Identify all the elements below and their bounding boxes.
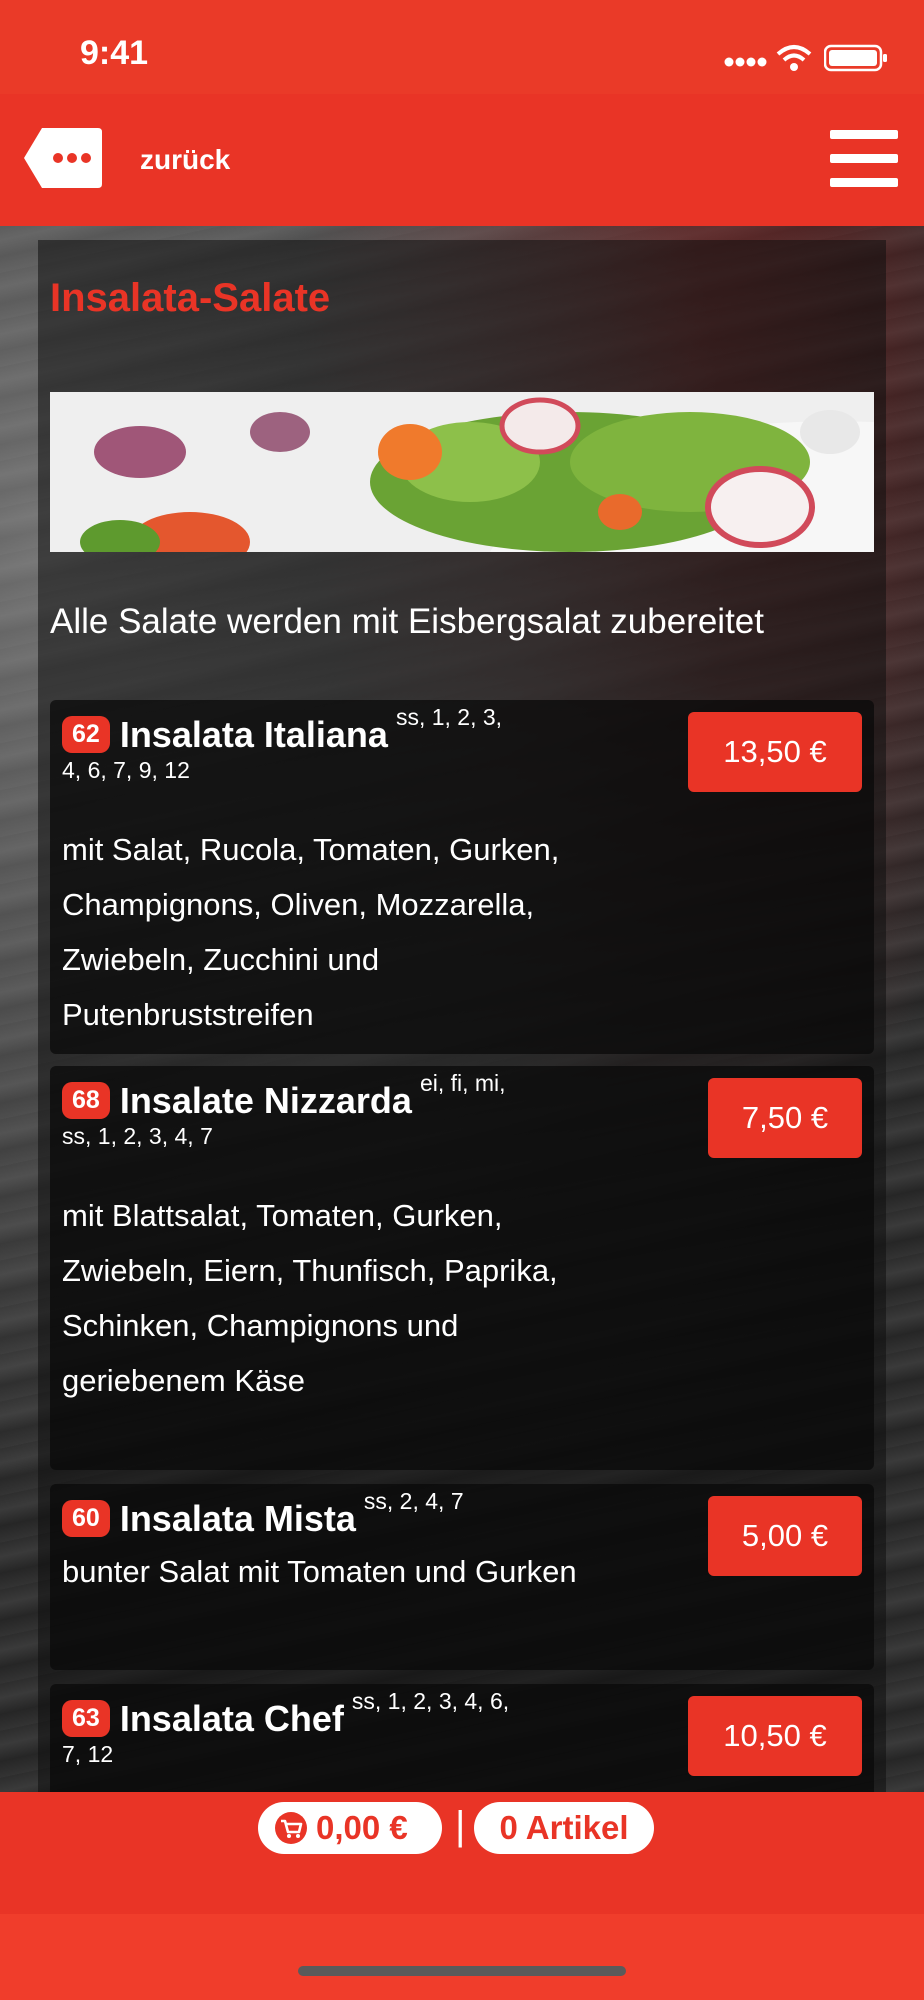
dish-name: Insalata Chef: [119, 1697, 344, 1739]
battery-icon: [824, 44, 887, 72]
dish-allergens: ss, 1, 2, 3, 4, 6,: [351, 1688, 510, 1714]
cart-items-count-button[interactable]: 0 Artikel: [474, 1802, 654, 1854]
dish-allergens: ei, fi, mi,: [419, 1070, 506, 1096]
cart-icon: [275, 1812, 307, 1844]
separator: |: [455, 1804, 466, 1848]
dish-description: mit Salat, Rucola, Tomaten, Gurken, Cham…: [62, 832, 560, 1032]
dish-number-badge: 63: [62, 1700, 110, 1738]
wifi-icon: [776, 45, 812, 71]
home-indicator[interactable]: [298, 1966, 626, 1976]
dish-name: Insalata Italiana: [119, 713, 388, 755]
dish-card[interactable]: 62 Insalata Italiana ss, 1, 2, 3, 4, 6, 7,…: [50, 700, 874, 1054]
dish-name: Insalate Nizzarda: [119, 1079, 412, 1121]
dish-allergens: ss, 2, 4, 7: [363, 1488, 464, 1514]
cart-total-button[interactable]: 0,00 €: [258, 1802, 442, 1854]
status-bar: 9:41: [0, 0, 924, 94]
dish-allergens: ss, 1, 2, 3,: [395, 704, 503, 730]
bottom-strip: [0, 1914, 924, 2000]
dish-number-badge: 68: [62, 1082, 110, 1120]
dish-description: mit Blattsalat, Tomaten, Gurken, Zwiebel…: [62, 1198, 558, 1398]
dish-heading: 63 Insalata Chef ss, 1, 2, 3, 4, 6, 7, 12: [62, 1688, 602, 1771]
section-description: Alle Salate werden mit Eisbergsalat zube…: [50, 602, 764, 641]
status-time: 9:41: [80, 34, 149, 72]
dish-allergens-continued: 7, 12: [62, 1741, 114, 1768]
dish-allergens-continued: ss, 1, 2, 3, 4, 7: [62, 1123, 213, 1150]
add-to-cart-price-button[interactable]: 7,50 €: [708, 1078, 862, 1158]
dish-number-badge: 60: [62, 1500, 110, 1538]
add-to-cart-price-button[interactable]: 10,50 €: [688, 1696, 862, 1776]
background-image: Insalata-Salate Alle Salate werden mit E…: [0, 226, 924, 1792]
dish-card[interactable]: 60 Insalata Mista ss, 2, 4, 7 bunter Salat…: [50, 1484, 874, 1670]
signal-icon: [724, 57, 767, 67]
dish-heading: 68 Insalate Nizzarda ei, fi, mi, ss, 1, 2,…: [62, 1070, 602, 1153]
dish-number-badge: 62: [62, 716, 110, 754]
dish-heading: 62 Insalata Italiana ss, 1, 2, 3, 4, 6, 7,…: [62, 704, 602, 787]
dish-allergens-continued: 4, 6, 7, 9, 12: [62, 757, 190, 784]
back-button[interactable]: [22, 126, 104, 190]
salad-banner-image: [50, 392, 874, 552]
dish-card[interactable]: 63 Insalata Chef ss, 1, 2, 3, 4, 6, 7, 12 …: [50, 1684, 874, 1792]
cart-total: 0,00 €: [316, 1809, 408, 1846]
dish-card[interactable]: 68 Insalate Nizzarda ei, fi, mi, ss, 1, 2,…: [50, 1066, 874, 1470]
add-to-cart-price-button[interactable]: 5,00 €: [708, 1496, 862, 1576]
hamburger-menu-icon[interactable]: [830, 130, 898, 188]
section-title: Insalata-Salate: [50, 276, 331, 320]
dish-description: bunter Salat mit Tomaten und Gurken: [62, 1554, 577, 1589]
app-header: zurück: [0, 94, 924, 226]
back-label[interactable]: zurück: [140, 144, 230, 176]
add-to-cart-price-button[interactable]: 13,50 €: [688, 712, 862, 792]
dish-heading: 60 Insalata Mista ss, 2, 4, 7: [62, 1488, 602, 1539]
dish-name: Insalata Mista: [119, 1497, 356, 1539]
